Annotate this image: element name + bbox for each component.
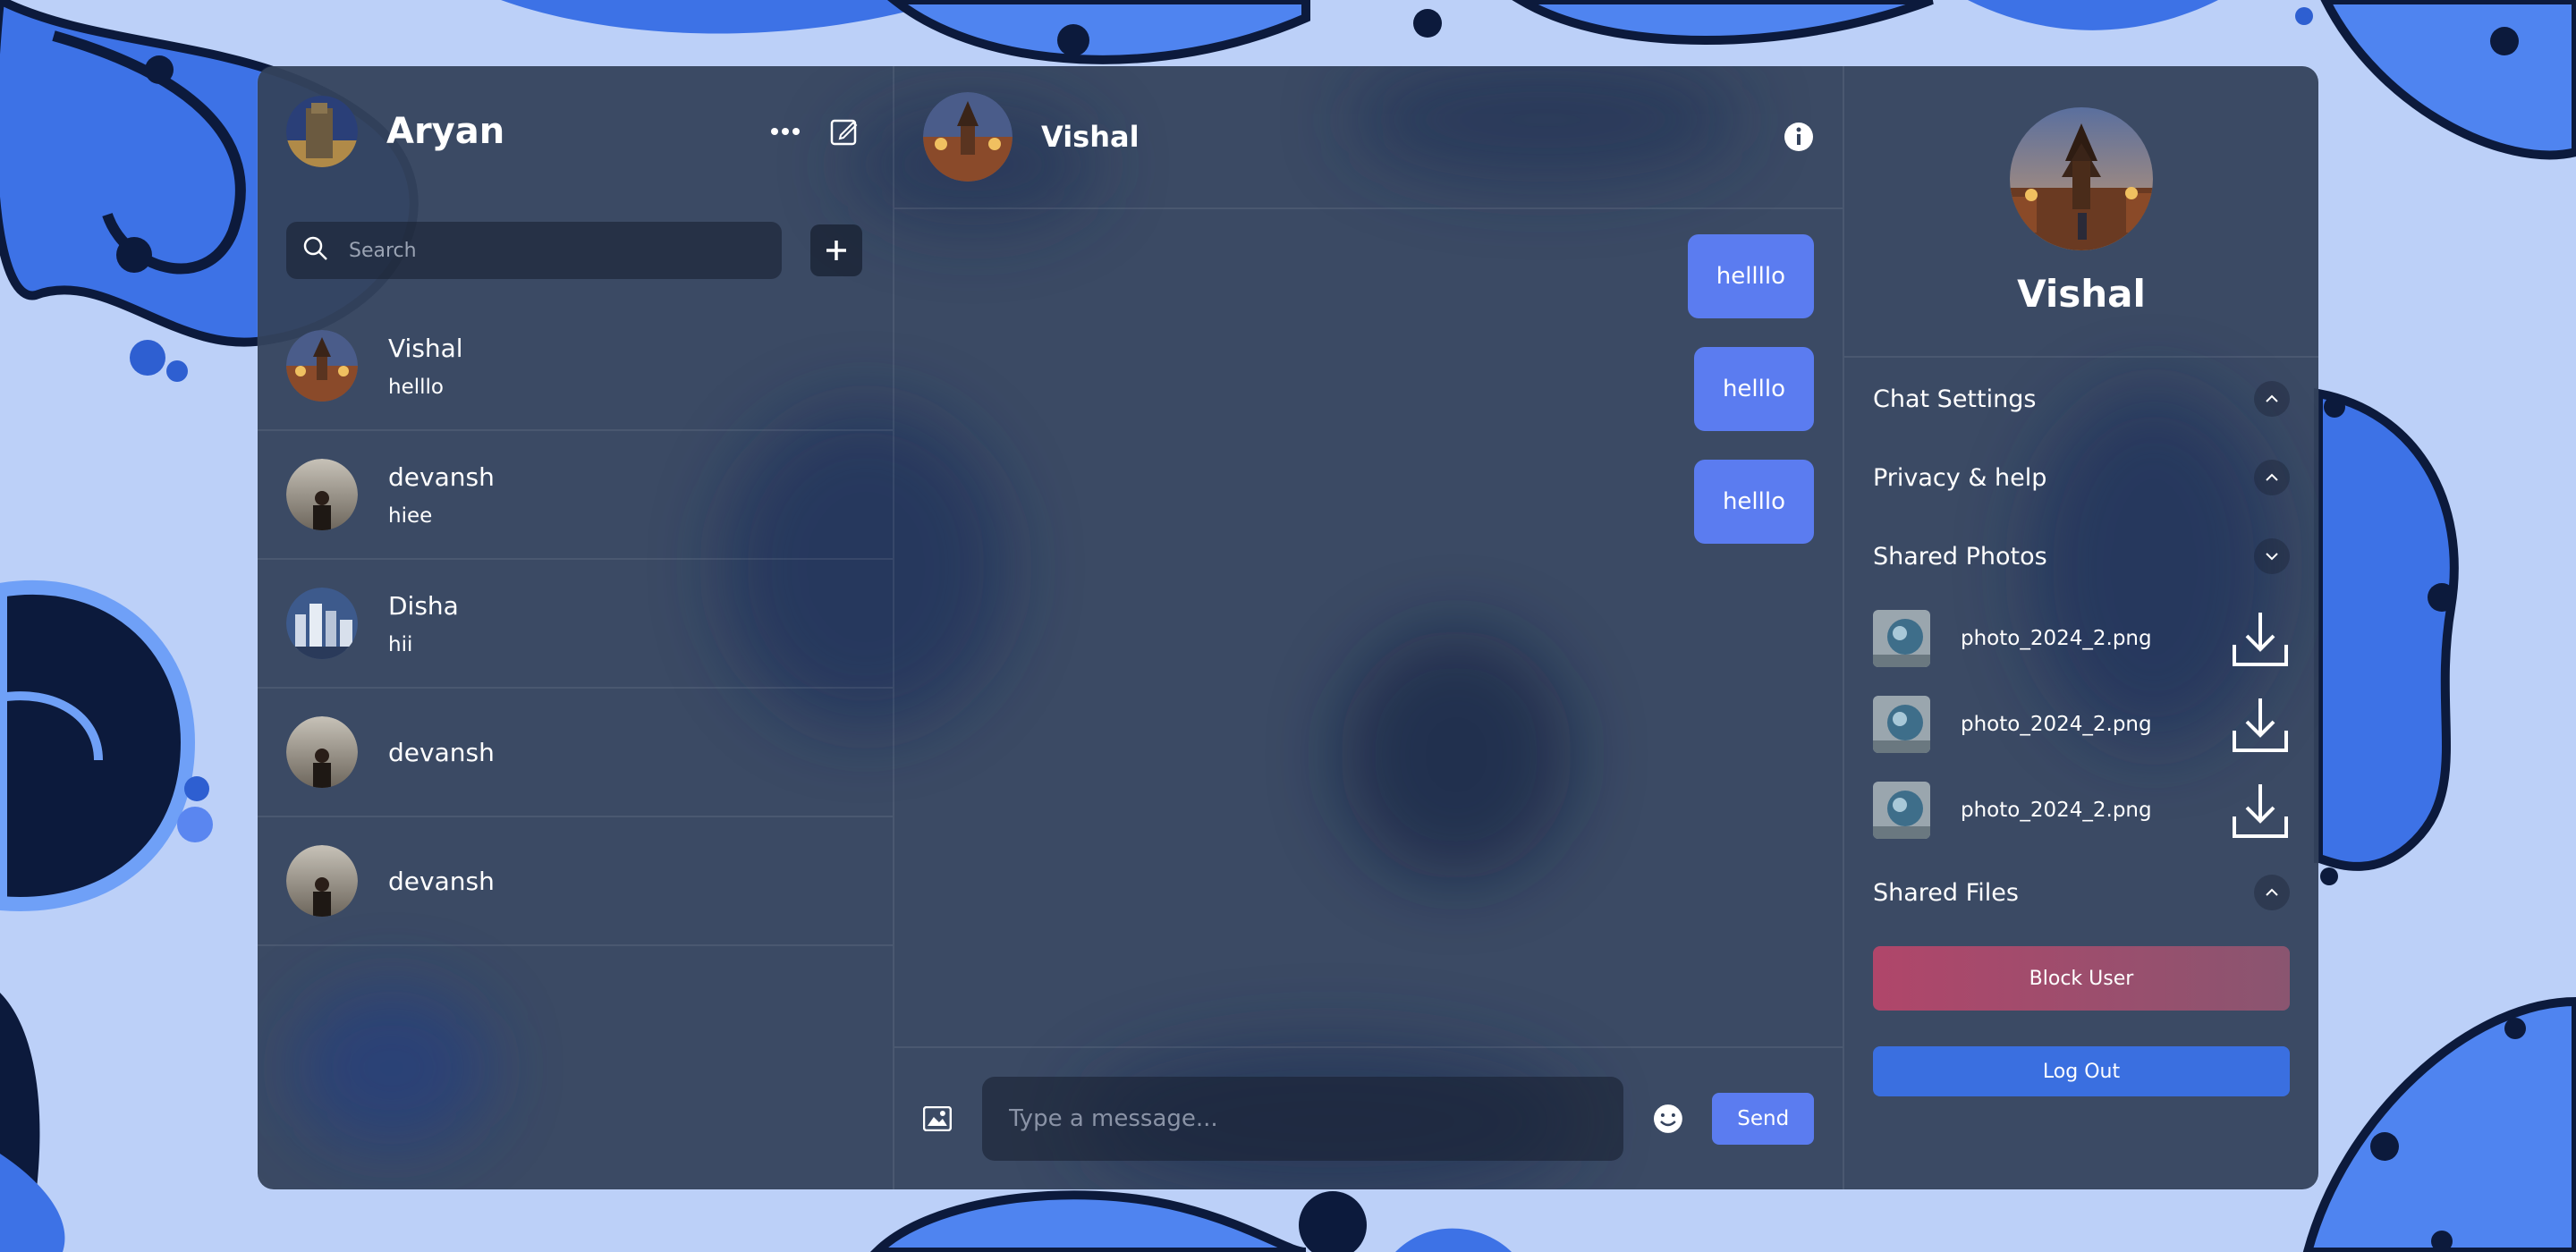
chevron-up-icon[interactable] — [2254, 381, 2290, 417]
profile-card: Vishal — [1844, 66, 2318, 358]
message-list: hellllo helllo helllo — [894, 209, 1843, 1046]
message-bubble: hellllo — [1687, 234, 1814, 318]
current-user-avatar[interactable] — [286, 96, 358, 167]
message-bubble: helllo — [1693, 347, 1814, 431]
search-icon — [302, 235, 329, 266]
chat-last-message: hiee — [388, 503, 433, 528]
conversation-avatar[interactable] — [923, 92, 1013, 182]
chevron-up-icon[interactable] — [2254, 460, 2290, 495]
conversations-panel: Aryan Search Vishal helllo devansh hiee … — [258, 66, 894, 1189]
photo-thumbnail[interactable] — [1873, 696, 1930, 753]
edit-icon[interactable] — [825, 112, 864, 151]
chat-last-message: helllo — [388, 375, 444, 399]
chat-name: devansh — [388, 461, 495, 492]
add-chat-button[interactable] — [810, 224, 862, 276]
chat-list-item[interactable]: Disha hii — [258, 560, 893, 689]
chat-settings-section[interactable]: Chat Settings — [1844, 360, 2318, 438]
chat-name: Disha — [388, 590, 459, 621]
avatar — [286, 330, 358, 402]
send-button[interactable]: Send — [1712, 1093, 1814, 1145]
search-input[interactable] — [347, 238, 766, 263]
section-title: Shared Photos — [1873, 542, 2047, 571]
chat-list-item[interactable]: devansh — [258, 817, 893, 946]
photo-filename: photo_2024_2.png — [1961, 627, 2152, 650]
download-icon[interactable] — [2231, 609, 2290, 668]
avatar — [286, 716, 358, 788]
photo-thumbnail[interactable] — [1873, 782, 1930, 839]
current-user-name: Aryan — [386, 111, 505, 152]
chevron-down-icon[interactable] — [2254, 538, 2290, 574]
privacy-help-section[interactable]: Privacy & help — [1844, 438, 2318, 517]
conversation-title: Vishal — [1041, 120, 1140, 154]
section-title: Chat Settings — [1873, 385, 2037, 413]
chevron-up-icon[interactable] — [2254, 875, 2290, 910]
shared-files-section[interactable]: Shared Files — [1844, 853, 2318, 932]
conversation-header: Vishal — [894, 66, 1843, 209]
shared-photos-section[interactable]: Shared Photos — [1844, 517, 2318, 596]
chat-name: devansh — [388, 866, 495, 896]
chat-last-message: hii — [388, 632, 413, 656]
message-input[interactable] — [981, 1077, 1623, 1161]
current-user-header: Aryan — [258, 66, 893, 197]
profile-name: Vishal — [2017, 271, 2146, 316]
photo-filename: photo_2024_2.png — [1961, 799, 2152, 822]
avatar — [286, 588, 358, 659]
chat-name: Vishal — [388, 333, 463, 363]
search-row — [258, 197, 893, 279]
shared-photo-item: photo_2024_2.png — [1844, 767, 2318, 853]
chat-list-item[interactable]: Vishal helllo — [258, 302, 893, 431]
image-icon[interactable] — [923, 1106, 952, 1131]
shared-photo-item: photo_2024_2.png — [1844, 681, 2318, 767]
chat-name: devansh — [388, 737, 495, 767]
message-bubble: helllo — [1693, 460, 1814, 544]
message-composer: Send — [894, 1046, 1843, 1189]
block-user-button[interactable]: Block User — [1873, 946, 2290, 1011]
shared-photo-item: photo_2024_2.png — [1844, 596, 2318, 681]
chat-list-item[interactable]: devansh — [258, 689, 893, 817]
more-icon[interactable] — [766, 112, 805, 151]
chat-app-window: Aryan Search Vishal helllo devansh hiee … — [258, 66, 2318, 1189]
search-box — [286, 222, 782, 279]
download-icon[interactable] — [2231, 695, 2290, 754]
chat-list-item[interactable]: devansh hiee — [258, 431, 893, 560]
chat-list: Vishal helllo devansh hiee Disha hii dev… — [258, 302, 893, 946]
profile-avatar — [2010, 106, 2153, 250]
logout-button[interactable]: Log Out — [1873, 1046, 2290, 1096]
download-icon[interactable] — [2231, 781, 2290, 840]
section-title: Privacy & help — [1873, 463, 2047, 492]
info-icon[interactable] — [1784, 122, 1814, 152]
avatar — [286, 845, 358, 917]
photo-filename: photo_2024_2.png — [1961, 713, 2152, 736]
photo-thumbnail[interactable] — [1873, 610, 1930, 667]
avatar — [286, 459, 358, 530]
plus-icon — [826, 241, 846, 260]
conversation-panel: Vishal hellllo helllo helllo Send — [894, 66, 1844, 1189]
emoji-icon[interactable] — [1652, 1103, 1684, 1135]
section-title: Shared Files — [1873, 878, 2019, 907]
details-panel: Vishal Chat Settings Privacy & help Shar… — [1844, 66, 2318, 1189]
